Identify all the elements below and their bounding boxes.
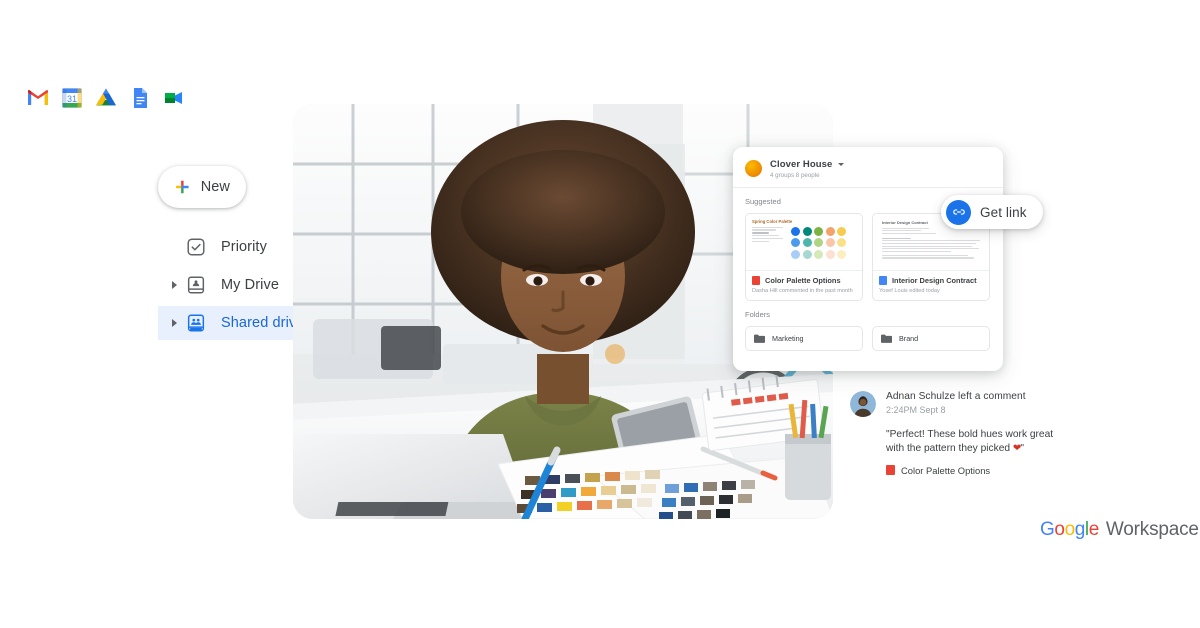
comment-body: "Perfect! These bold hues work great wit… [886,428,1065,480]
palette-dot [837,226,846,236]
drive-card-title: Clover House [770,159,833,170]
expand-caret-placeholder [172,243,177,251]
slides-icon [752,275,760,285]
plus-icon [176,180,189,194]
folder-name: Marketing [772,333,804,343]
palette-dot [802,238,812,247]
docs-icon[interactable] [128,86,152,110]
comment-file-chip[interactable]: Color Palette Options [886,465,990,476]
folder-name: Brand [899,333,919,343]
priority-check-icon [187,238,205,256]
palette-dot-grid [791,226,846,259]
link-icon [946,199,971,225]
file-meta: Interior Design Contract Yosef Louis edi… [873,271,989,300]
comment-notification: Adnan Schulze left a comment 2:24PM Sept… [850,391,1065,480]
palette-dot [791,226,800,236]
file-name: Color Palette Options [765,275,841,285]
folders-label: Folders [745,309,771,319]
comment-quote-close: " [1020,442,1025,454]
palette-dot [814,249,823,259]
folders-list: Marketing Brand [745,325,991,351]
folder-icon [881,334,892,343]
folder-marketing[interactable]: Marketing [745,325,863,351]
palette-dot [814,226,823,236]
google-workspace-logo: Google Workspace [1040,519,1199,541]
thumbnail-title: Spring Color Palette [752,218,793,224]
file-name: Interior Design Contract [892,275,977,285]
comment-chip-label: Color Palette Options [901,464,991,476]
meet-icon[interactable] [162,86,186,110]
sidebar-item-label: My Drive [221,277,279,293]
comment-quote: "Perfect! These bold hues work great wit… [886,428,1065,456]
google-wordmark: Google [1040,519,1099,540]
palette-dot [825,238,835,247]
palette-dot [802,226,812,236]
drive-avatar-icon [745,160,762,178]
google-app-strip: 31 [26,86,186,110]
file-card-color-palette[interactable]: Spring Color Palette Color Palette Optio [745,212,863,301]
palette-dot [802,249,812,259]
palette-dot [791,249,800,259]
svg-text:31: 31 [67,94,77,104]
get-link-button[interactable]: Get link [941,195,1043,229]
drive-card-title-block: Clover House 4 groups 8 people [770,159,845,179]
palette-dot [814,238,823,247]
thumbnail-text-lines [752,226,786,259]
palette-dot [837,238,846,247]
drive-card-subtitle: 4 groups 8 people [770,171,820,179]
new-button-label: New [200,179,230,195]
divider [733,186,1003,188]
file-activity: Yosef Louis edited today [879,287,940,294]
palette-dot [825,249,835,259]
workspace-wordmark: Workspace [1105,519,1199,540]
get-link-label: Get link [980,204,1027,220]
drive-card-header[interactable]: Clover House 4 groups 8 people [745,157,991,187]
file-thumbnail: Spring Color Palette [746,213,862,271]
comment-header-text: Adnan Schulze left a comment 2:24PM Sept… [886,391,1026,415]
file-activity: Dasha Hill commented in the past month [752,287,853,294]
folder-brand[interactable]: Brand [872,325,990,351]
palette-dot [791,238,800,247]
comment-timestamp: 2:24PM Sept 8 [886,405,946,415]
drive-icon[interactable] [94,86,118,110]
chevron-down-icon[interactable] [838,163,845,166]
expand-caret-icon[interactable] [172,319,177,327]
calendar-icon[interactable]: 31 [60,86,84,110]
slides-icon [886,465,895,476]
drive-shared-drive-card: Clover House 4 groups 8 people Suggested… [733,147,1003,371]
expand-caret-icon[interactable] [172,281,177,289]
comment-quote-open: "Perfect! These bold hues work great wit… [886,429,1054,454]
new-button[interactable]: New [158,166,246,208]
avatar [850,391,876,417]
shared-drives-icon [187,314,205,332]
comment-title: Adnan Schulze left a comment [886,391,1026,402]
palette-dot [837,249,846,259]
gmail-icon[interactable] [26,86,50,110]
page-root: 31 New Priority My Drive Shared drives C… [0,0,1200,628]
file-meta: Color Palette Options Dasha Hill comment… [746,271,862,300]
sidebar-item-label: Priority [221,239,267,255]
docs-icon [879,275,887,285]
palette-dot [825,226,835,236]
my-drive-icon [187,276,205,294]
folder-icon [754,334,765,343]
